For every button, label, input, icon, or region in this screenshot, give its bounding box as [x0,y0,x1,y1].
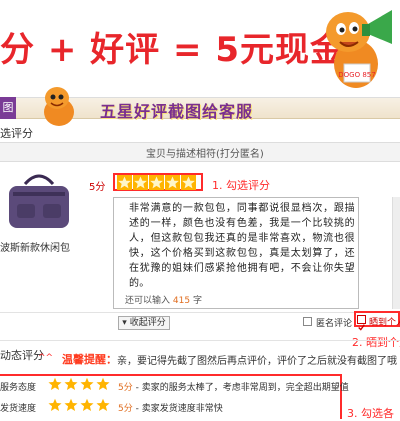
dynamic-rating-label: 服务态度 [0,383,37,393]
product-bag-image [9,174,69,228]
share-label: 晒到个人 [369,318,400,328]
mascot-icon [44,87,74,126]
annotation-step1: 1. 勾选评分 [212,179,270,192]
tip-title: 温馨提醒： [62,353,117,366]
star-icon[interactable] [48,398,62,412]
star-icon[interactable] [133,175,148,190]
dynamic-rating-desc: 5分 - 卖家的服务太棒了，考虑非常周到，完全超出期望值 [118,383,349,393]
star-icon[interactable] [80,398,94,412]
tip-body: 亲，要记得先截了图然后再点评价，评价了之后就没有截图了哦 [117,356,397,367]
checkmark-icon [358,324,365,331]
char-count: 还可以输入 415 字 [125,296,202,306]
star-icon[interactable] [64,398,78,412]
star-icon[interactable] [149,175,164,190]
collapse-rating-button[interactable]: ▾ 收起评分 [118,316,170,330]
dynamic-rating-label: 发货速度 [0,404,37,414]
divider [0,340,400,341]
service-star-rating[interactable] [48,377,112,396]
page-scrollbar[interactable] [392,197,400,309]
mascot-megaphone-icon: DOGO 857 [326,10,392,88]
star-icon[interactable] [181,175,196,190]
banner-slogan: 分 + 好评 = 5元现金 [0,30,345,70]
star-icon[interactable] [48,377,62,391]
star-icon[interactable] [96,377,110,391]
divider [0,312,400,313]
band-left-label: 图 [0,97,16,119]
share-checkbox[interactable] [357,315,366,331]
shipping-star-rating[interactable] [48,398,112,417]
svg-text:DOGO 857: DOGO 857 [338,71,375,79]
promo-banner: 分 + 好评 = 5元现金 DOGO 857 [0,0,400,88]
anonymous-checkbox[interactable] [303,317,312,326]
star-icon[interactable] [64,377,78,391]
rating-section-heading: 选评分 [0,127,33,140]
star-icon[interactable] [165,175,180,190]
star-icon[interactable] [80,377,94,391]
anonymous-label: 匿名评论 [316,319,353,329]
review-text[interactable]: 非常满意的一款包包，同事都说很显档次，跟描述的一样，颜色也没有色差，我是一个比较… [129,201,355,291]
band-title: 五星好评截图给客服 [100,102,254,121]
column-header-text: 宝贝与描述相符(打分匿名) [146,149,264,160]
product-name: 波斯新款休闲包 [0,243,70,254]
annotation-step2: 2. 晒到个人 [352,336,400,349]
smile-emoticon: ^^ [38,353,54,363]
product-score-label: 5分 [89,182,106,193]
star-rating-selector[interactable] [113,173,203,191]
star-icon[interactable] [117,175,132,190]
dynamic-rating-desc: 5分 - 卖家发货速度非常快 [118,404,223,414]
star-icon[interactable] [96,398,110,412]
